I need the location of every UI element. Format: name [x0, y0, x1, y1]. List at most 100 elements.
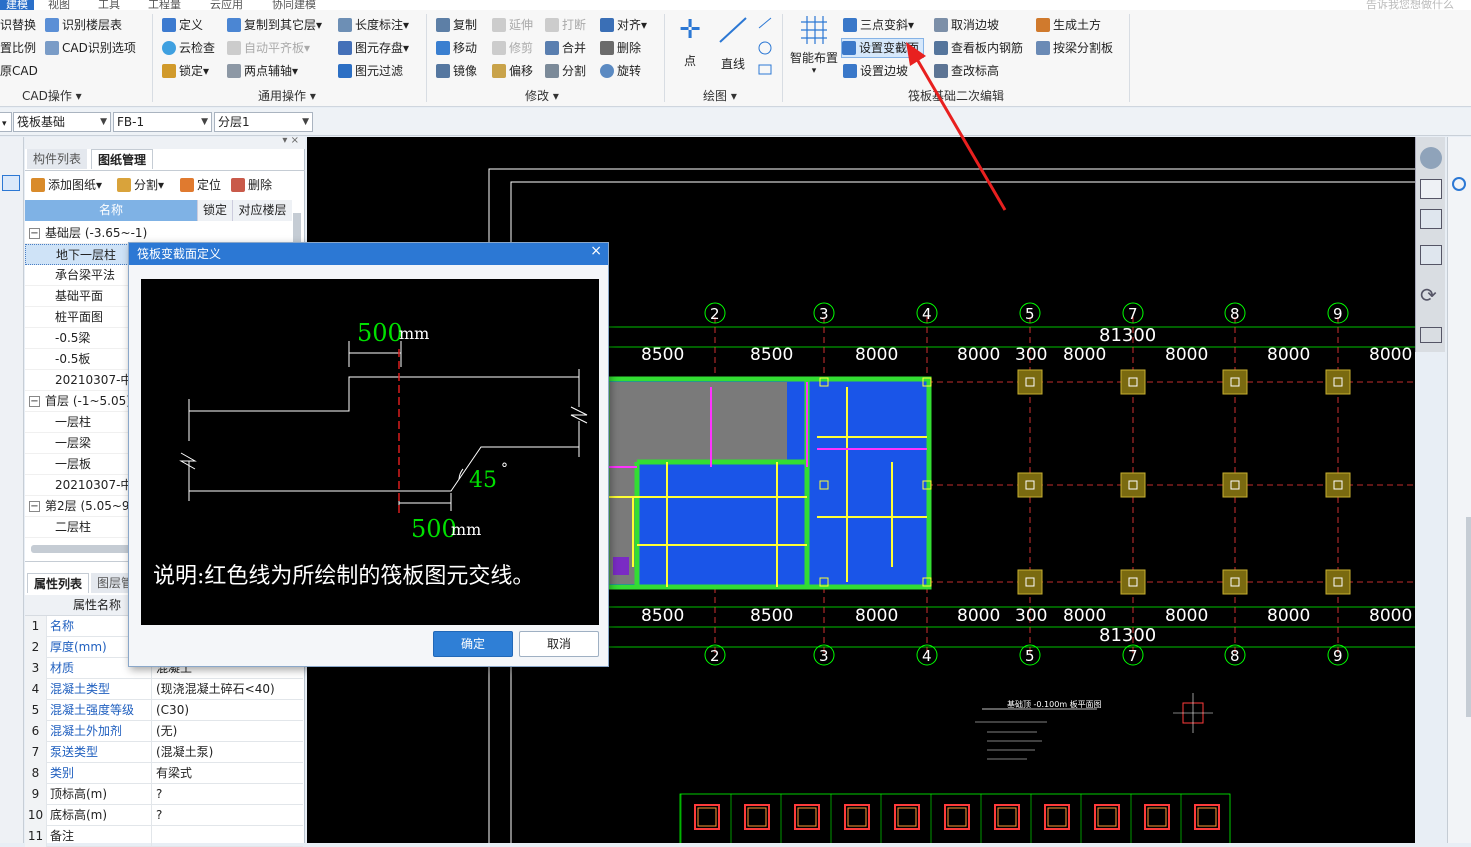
- mirror-button[interactable]: 镜像: [436, 61, 477, 81]
- lock-button[interactable]: 锁定 ▾: [162, 61, 209, 81]
- save-element-button[interactable]: 图元存盘 ▾: [338, 38, 409, 58]
- axis-label: 5: [1025, 647, 1035, 665]
- property-row[interactable]: 7 泵送类型 (混凝土泵): [25, 742, 303, 763]
- layout-icon[interactable]: [1420, 327, 1442, 343]
- scroll-left-icon[interactable]: ▾: [0, 112, 12, 132]
- type-select[interactable]: 筏板基础 ▼: [13, 112, 111, 132]
- layer-select[interactable]: 分层1 ▼: [214, 112, 313, 132]
- column-floor[interactable]: 对应楼层: [232, 200, 292, 221]
- menu-item-cloud[interactable]: 云应用: [210, 0, 243, 10]
- axis-label: 2: [710, 305, 720, 323]
- original-cad-button[interactable]: 原CAD: [0, 61, 38, 81]
- cloud-check-button[interactable]: 云检查: [162, 38, 215, 58]
- property-row[interactable]: 4 混凝土类型 (现浇混凝土碎石<40): [25, 679, 303, 700]
- element-filter-button[interactable]: 图元过滤: [338, 61, 403, 81]
- property-value[interactable]: (现浇混凝土碎石<40): [151, 679, 275, 700]
- purple-block: [613, 557, 629, 575]
- three-point-slope-button[interactable]: 三点变斜 ▾: [843, 15, 914, 35]
- property-row[interactable]: 9 顶标高(m)?: [25, 784, 303, 805]
- eraser-icon: [600, 41, 614, 55]
- generate-earthwork-button[interactable]: 生成土方: [1036, 15, 1101, 35]
- extend-button[interactable]: 延伸: [492, 15, 533, 35]
- menu-item-quantity[interactable]: 工程量: [148, 0, 181, 10]
- ok-button[interactable]: 确定: [433, 631, 513, 657]
- length-dimension-button[interactable]: 长度标注 ▾: [338, 15, 409, 35]
- axis-bubbles-bottom: 234578910: [704, 644, 1349, 666]
- property-value[interactable]: (C30): [151, 700, 189, 721]
- menu-item-collab[interactable]: 协同建模: [272, 0, 316, 10]
- split-slab-by-beam-button[interactable]: 按梁分割板: [1036, 38, 1113, 58]
- offset-button[interactable]: 偏移: [492, 61, 533, 81]
- smart-layout-button[interactable]: 智能布置 ▾: [788, 14, 840, 76]
- merge-button[interactable]: 合并: [545, 38, 586, 58]
- delete-button[interactable]: 删除: [600, 38, 641, 58]
- column-name[interactable]: 名称: [25, 200, 197, 221]
- split-drawing-button[interactable]: 分割 ▾: [117, 175, 164, 195]
- set-slope-button[interactable]: 设置边坡: [843, 61, 908, 81]
- close-icon[interactable]: ×: [590, 243, 602, 259]
- tree-group[interactable]: − 基础层 (-3.65~-1): [25, 223, 295, 244]
- divider: [782, 14, 783, 102]
- column-lock[interactable]: 锁定: [197, 200, 232, 221]
- collapse-icon[interactable]: −: [29, 501, 40, 512]
- component-select[interactable]: FB-1 ▼: [113, 112, 212, 132]
- orbit-icon[interactable]: [1420, 147, 1442, 169]
- tab-drawing-management[interactable]: 图纸管理: [91, 149, 154, 169]
- radio-icon[interactable]: [1452, 177, 1466, 191]
- dimension-text: 8500: [750, 345, 793, 365]
- collapse-icon[interactable]: −: [29, 396, 40, 407]
- delete-drawing-button[interactable]: 删除: [231, 175, 272, 195]
- menu-item-tools[interactable]: 工具: [98, 0, 120, 10]
- locate-button[interactable]: 定位: [180, 175, 221, 195]
- move-button[interactable]: 移动: [436, 38, 477, 58]
- copy-to-other-floor-button[interactable]: 复制到其它层 ▾: [227, 15, 322, 35]
- tab-property-list[interactable]: 属性列表: [27, 573, 90, 593]
- trim-button[interactable]: 修剪: [492, 38, 533, 58]
- split-button[interactable]: 分割: [545, 61, 586, 81]
- rotate-button[interactable]: 旋转: [600, 61, 641, 81]
- property-value[interactable]: 有梁式: [151, 763, 192, 784]
- copy-button[interactable]: 复制: [436, 15, 477, 35]
- cancel-slope-button[interactable]: 取消边坡: [934, 15, 999, 35]
- cancel-button[interactable]: 取消: [519, 631, 599, 657]
- property-value[interactable]: (无): [151, 721, 177, 742]
- cad-replace-button[interactable]: 识替换: [0, 15, 36, 35]
- auto-flush-slab-button[interactable]: 自动平齐板 ▾: [227, 38, 310, 58]
- point-button[interactable]: ✛ 点: [672, 14, 708, 69]
- property-value[interactable]: (混凝土泵): [151, 742, 213, 763]
- column-section: [1194, 804, 1220, 830]
- property-row[interactable]: 6 混凝土外加剂 (无): [25, 721, 303, 742]
- cad-options-button[interactable]: CAD识别选项: [45, 38, 136, 58]
- add-drawing-button[interactable]: 添加图纸 ▾: [31, 175, 102, 195]
- menu-item-view[interactable]: 视图: [48, 0, 70, 10]
- view-3d-icon[interactable]: [1420, 179, 1442, 199]
- right-scrollbar[interactable]: [1466, 517, 1471, 717]
- property-value[interactable]: ?: [151, 784, 162, 805]
- property-row[interactable]: 8 类别 有梁式: [25, 763, 303, 784]
- property-value[interactable]: ?: [151, 805, 162, 826]
- align-button[interactable]: 对齐 ▾: [600, 15, 647, 35]
- cube-icon[interactable]: [1420, 245, 1442, 265]
- dimension-text: 8000: [1369, 345, 1412, 365]
- property-row[interactable]: 10 底标高(m)?: [25, 805, 303, 826]
- property-row[interactable]: 5 混凝土强度等级 (C30): [25, 700, 303, 721]
- refresh-icon[interactable]: ⟳: [1420, 283, 1437, 307]
- property-value[interactable]: [151, 826, 156, 847]
- top-view-icon[interactable]: [1420, 209, 1442, 229]
- break-button[interactable]: 打断: [545, 15, 586, 35]
- panel-toggle-icon[interactable]: [2, 175, 20, 191]
- pin-icon[interactable]: ▾ ×: [282, 135, 299, 146]
- set-scale-button[interactable]: 置比例: [0, 38, 36, 58]
- menu-item-modeling[interactable]: 建模: [0, 0, 34, 10]
- tab-component-list[interactable]: 构件列表: [27, 149, 88, 169]
- arc-icon[interactable]: [757, 16, 773, 76]
- left-edge-strip: [0, 137, 24, 843]
- collapse-icon[interactable]: −: [29, 228, 40, 239]
- search-input[interactable]: 告诉我您想做什么: [1366, 0, 1454, 10]
- identify-floor-table-button[interactable]: 识别楼层表: [45, 15, 122, 35]
- column-rebar: [797, 807, 817, 827]
- property-row[interactable]: 11 备注: [25, 826, 303, 847]
- two-point-axis-button[interactable]: 两点辅轴 ▾: [227, 61, 298, 81]
- define-button[interactable]: 定义: [162, 15, 203, 35]
- line-button[interactable]: 直线: [713, 14, 753, 72]
